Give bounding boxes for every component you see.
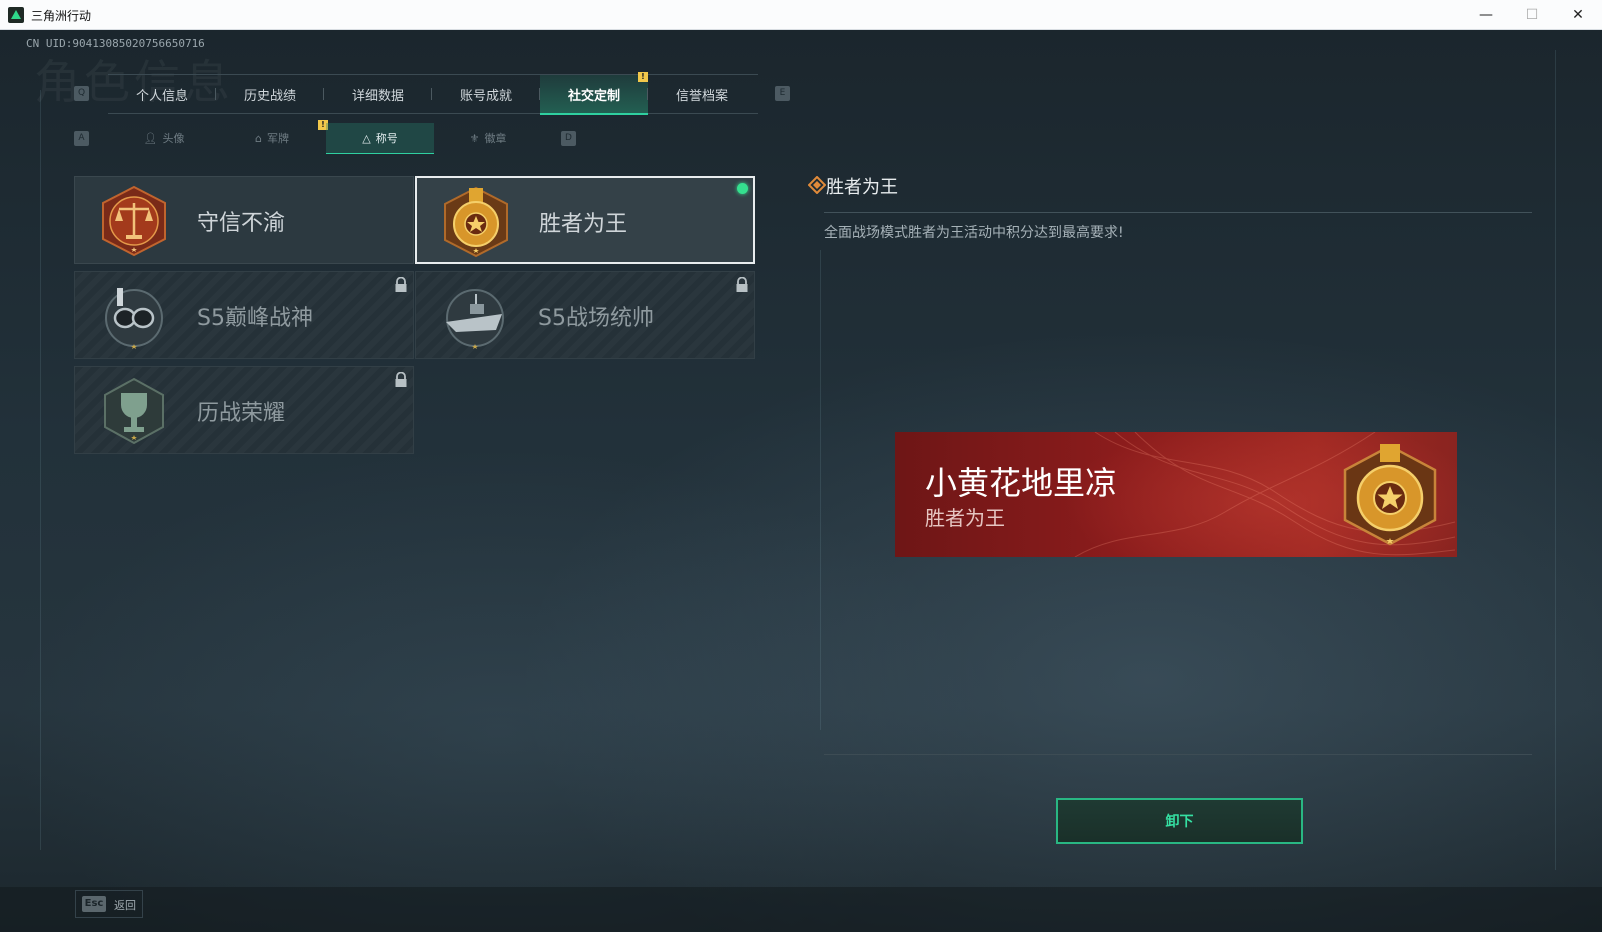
dogtag-icon: ⌂	[255, 131, 262, 145]
subtab-dogtag[interactable]: ⌂ 军牌 !	[218, 120, 328, 153]
title-diamond-icon	[808, 176, 826, 194]
subtab-label: 徽章	[484, 132, 507, 145]
hud-line	[40, 90, 41, 850]
tab-match-history[interactable]: 历史战绩	[216, 75, 324, 113]
title-card-locked[interactable]: 历战荣耀	[74, 366, 414, 454]
unequip-button[interactable]: 卸下	[1056, 798, 1303, 844]
lock-icon	[395, 372, 407, 387]
divider	[824, 754, 1532, 755]
hud-line	[1555, 50, 1556, 870]
game-viewport: 角色信息 CN UID:9041308502075665071​6 Q 个人信息…	[0, 30, 1602, 932]
main-tabs: 个人信息 历史战绩 详细数据 账号成就 社交定制 ! 信誉档案	[108, 72, 758, 115]
detail-description: 全面战场模式胜者为王活动中积分达到最高要求!	[824, 225, 1124, 241]
hud-line	[820, 250, 821, 730]
equipped-indicator	[737, 183, 748, 194]
detail-title: 胜者为王	[826, 177, 898, 198]
tab-personal-info[interactable]: 个人信息	[108, 75, 216, 113]
bottom-bar	[0, 887, 1602, 932]
maximize-button[interactable]: ☐	[1509, 0, 1555, 30]
tab-achievements[interactable]: 账号成就	[432, 75, 540, 113]
tab-label: 信誉档案	[675, 88, 728, 104]
person-icon: 👤︎	[143, 131, 158, 145]
close-button[interactable]: ✕	[1555, 0, 1601, 30]
trophy-emblem-icon	[104, 377, 164, 445]
tab-label: 账号成就	[459, 88, 512, 104]
subtab-badge[interactable]: ⚜ 徽章	[434, 123, 542, 153]
window-title: 三角洲行动	[31, 9, 92, 23]
notification-badge: !	[638, 72, 648, 82]
prev-subtab-key-hint[interactable]: A	[74, 131, 89, 146]
title-triangle-icon: △	[362, 131, 371, 145]
app-icon	[8, 7, 24, 23]
tab-label: 个人信息	[135, 88, 188, 104]
subtab-label: 头像	[162, 132, 185, 145]
title-name: 历战荣耀	[197, 401, 286, 426]
next-tab-key-hint[interactable]: E	[775, 86, 790, 101]
scales-emblem-icon	[102, 185, 166, 257]
medal-star-emblem-icon	[444, 186, 508, 258]
title-name: 胜者为王	[539, 212, 628, 237]
tab-social-customization[interactable]: 社交定制 !	[540, 72, 648, 115]
nameplate-preview: 小黄花地里凉 胜者为王	[895, 432, 1457, 557]
title-name: S5巅峰战神	[197, 306, 313, 331]
subtab-avatar[interactable]: 👤︎ 头像	[110, 123, 218, 153]
subtab-label: 军牌	[266, 132, 289, 145]
lock-icon	[395, 277, 407, 292]
tab-label: 历史战绩	[243, 88, 296, 104]
minimize-button[interactable]: —	[1463, 0, 1509, 30]
back-label[interactable]: 返回	[114, 897, 136, 913]
title-card-locked[interactable]: S5巅峰战神	[74, 271, 414, 359]
sub-tabs: 👤︎ 头像 ⌂ 军牌 ! △ 称号 ⚜ 徽章	[110, 120, 542, 154]
esc-key-hint[interactable]: Esc	[82, 896, 106, 912]
tab-label: 社交定制	[567, 88, 620, 104]
subtab-title[interactable]: △ 称号	[326, 123, 434, 154]
badge-icon: ⚜	[469, 131, 480, 145]
title-name: 守信不渝	[197, 211, 286, 236]
window-titlebar: 三角洲行动 — ☐ ✕	[0, 0, 1602, 30]
boat-emblem-icon	[446, 289, 504, 349]
nameplate-title: 胜者为王	[925, 506, 1005, 530]
prev-tab-key-hint[interactable]: Q	[74, 86, 89, 101]
title-card[interactable]: 守信不渝	[74, 176, 414, 264]
tab-credit-record[interactable]: 信誉档案	[648, 75, 756, 113]
medal-star-emblem-icon	[1343, 444, 1437, 546]
title-name: S5战场统帅	[538, 306, 654, 331]
player-uid: CN UID:9041308502075665071​6	[26, 37, 205, 50]
nameplate-player-name: 小黄花地里凉	[925, 464, 1118, 502]
title-card-selected[interactable]: 胜者为王	[415, 176, 755, 264]
lock-icon	[736, 277, 748, 292]
divider	[824, 212, 1532, 213]
title-card-locked[interactable]: S5战场统帅	[415, 271, 755, 359]
diver-mask-emblem-icon	[105, 288, 163, 349]
tab-label: 详细数据	[351, 88, 404, 104]
tab-detailed-stats[interactable]: 详细数据	[324, 75, 432, 113]
subtab-label: 称号	[375, 132, 398, 145]
next-subtab-key-hint[interactable]: D	[561, 131, 576, 146]
